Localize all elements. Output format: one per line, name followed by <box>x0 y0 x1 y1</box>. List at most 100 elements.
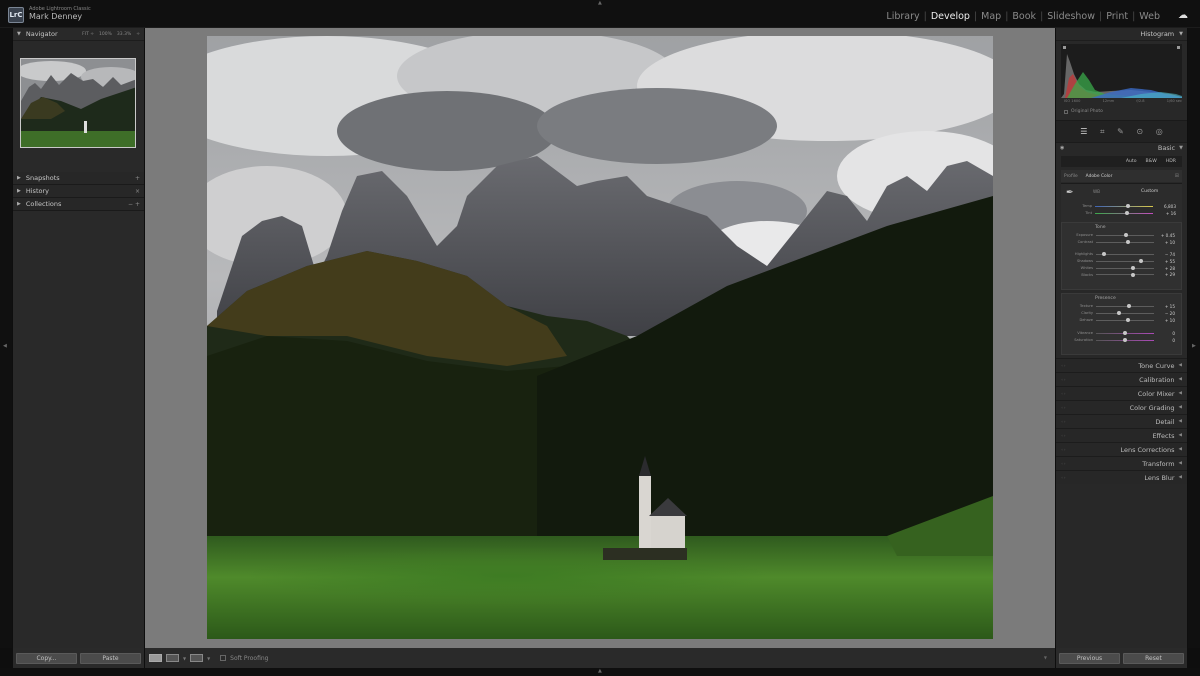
hdr-button[interactable]: HDR <box>1166 159 1176 164</box>
bw-button[interactable]: B&W <box>1146 159 1157 164</box>
soft-proofing-checkbox[interactable] <box>220 655 227 661</box>
profile-value[interactable]: Adobe Color <box>1086 174 1175 179</box>
slider-knob[interactable] <box>1123 338 1127 342</box>
module-book[interactable]: Book <box>1010 11 1038 22</box>
original-photo-checkbox[interactable] <box>1064 109 1068 114</box>
eye-icon[interactable]: ◦◦ <box>1061 377 1071 382</box>
expand-triangle-icon[interactable]: ◀ <box>1179 433 1182 438</box>
slider-saturation[interactable]: Saturation 0 <box>1062 337 1181 344</box>
eye-icon[interactable]: ◦◦ <box>1061 405 1071 410</box>
expand-triangle-icon[interactable]: ◀ <box>1179 377 1182 382</box>
slider-knob[interactable] <box>1131 272 1136 277</box>
original-photo-toggle[interactable]: Original Photo <box>1064 109 1103 114</box>
crop-icon[interactable]: ⌗ <box>1100 127 1105 137</box>
healing-icon[interactable]: ✎ <box>1117 127 1124 136</box>
view-dropdown-icon[interactable]: ▼ <box>183 656 186 661</box>
basic-header[interactable]: ◉ Basic ▼ <box>1056 142 1187 153</box>
zoom-33[interactable]: 33.3% <box>117 32 131 37</box>
eye-icon[interactable]: ◦◦ <box>1061 461 1071 466</box>
module-develop[interactable]: Develop <box>929 11 972 22</box>
slider-tint[interactable]: Tint + 16 <box>1061 210 1182 217</box>
expand-triangle-icon[interactable]: ◀ <box>1179 419 1182 424</box>
section-detail[interactable]: ◦◦ Detail ◀ <box>1056 414 1187 428</box>
module-library[interactable]: Library <box>884 11 921 22</box>
eye-icon[interactable]: ◦◦ <box>1061 419 1071 424</box>
swap-dropdown-icon[interactable]: ▼ <box>207 656 210 661</box>
eye-icon[interactable]: ◦◦ <box>1061 363 1071 368</box>
slider-contrast[interactable]: Contrast + 10 <box>1062 239 1181 246</box>
copy-button[interactable]: Copy... <box>16 652 77 664</box>
slider-vibrance[interactable]: Vibrance 0 <box>1062 330 1181 337</box>
left-panel-toggle-icon[interactable]: ◀ <box>3 344 7 349</box>
collapse-triangle-icon[interactable]: ▼ <box>1179 31 1183 37</box>
slider-knob[interactable] <box>1126 204 1131 209</box>
history-clear-button[interactable]: × <box>135 188 140 195</box>
before-after-swap-icon[interactable] <box>190 654 204 662</box>
profile-row[interactable]: Profile Adobe Color ⊞ <box>1061 170 1182 182</box>
section-effects[interactable]: ◦◦ Effects ◀ <box>1056 428 1187 442</box>
slider-highlights[interactable]: Highlights − 74 <box>1062 251 1181 258</box>
section-calibration[interactable]: ◦◦ Calibration ◀ <box>1056 372 1187 386</box>
slider-knob[interactable] <box>1124 211 1129 216</box>
expand-triangle-icon[interactable]: ▶ <box>17 175 21 181</box>
collapse-triangle-icon[interactable]: ▼ <box>17 31 21 37</box>
image-canvas[interactable] <box>145 28 1055 648</box>
slider-texture[interactable]: Texture + 15 <box>1062 303 1181 310</box>
histogram-chart[interactable] <box>1061 44 1182 98</box>
reset-button[interactable]: Reset <box>1123 652 1184 664</box>
section-color-mixer[interactable]: ◦◦ Color Mixer ◀ <box>1056 386 1187 400</box>
zoom-more-icon[interactable]: ÷ <box>136 32 140 37</box>
navigator-preview[interactable] <box>20 58 136 148</box>
collections-header[interactable]: ▶ Collections − + <box>13 198 144 211</box>
slider-temp[interactable]: Temp 6,803 <box>1061 203 1182 210</box>
slider-blacks[interactable]: Blacks + 29 <box>1062 271 1181 278</box>
expand-triangle-icon[interactable]: ◀ <box>1179 461 1182 466</box>
expand-triangle-icon[interactable]: ◀ <box>1179 475 1182 480</box>
expand-triangle-icon[interactable]: ◀ <box>1179 405 1182 410</box>
wb-value[interactable]: Custom <box>1141 189 1158 194</box>
snapshots-header[interactable]: ▶ Snapshots + <box>13 172 144 185</box>
slider-knob[interactable] <box>1125 240 1130 245</box>
section-color-grading[interactable]: ◦◦ Color Grading ◀ <box>1056 400 1187 414</box>
expand-triangle-icon[interactable]: ▶ <box>17 201 21 207</box>
module-print[interactable]: Print <box>1104 11 1130 22</box>
cloud-icon[interactable]: ☁ <box>1178 11 1188 21</box>
slider-knob[interactable] <box>1124 233 1129 238</box>
eye-icon[interactable]: ◉ <box>1060 145 1064 151</box>
collections-controls[interactable]: − + <box>128 201 140 208</box>
edit-sliders-icon[interactable]: ☰ <box>1080 127 1087 136</box>
module-map[interactable]: Map <box>979 11 1003 22</box>
module-slideshow[interactable]: Slideshow <box>1045 11 1097 22</box>
section-lens-corrections[interactable]: ◦◦ Lens Corrections ◀ <box>1056 442 1187 456</box>
snapshots-add-button[interactable]: + <box>135 175 140 182</box>
masking-icon[interactable]: ◎ <box>1156 127 1163 136</box>
slider-knob[interactable] <box>1125 318 1130 323</box>
eye-icon[interactable]: ◦◦ <box>1061 447 1071 452</box>
paste-button[interactable]: Paste <box>80 652 141 664</box>
slider-exposure[interactable]: Exposure + 0.45 <box>1062 232 1181 239</box>
navigator-header[interactable]: ▼ Navigator FIT ÷ 100% 33.3% ÷ <box>13 28 144 41</box>
slider-knob[interactable] <box>1123 331 1127 336</box>
toolbar-menu-icon[interactable]: ▼ <box>1044 655 1047 660</box>
slider-whites[interactable]: Whites + 28 <box>1062 265 1181 272</box>
main-photo[interactable] <box>207 36 993 639</box>
histogram-header[interactable]: Histogram ▼ <box>1056 28 1187 41</box>
before-after-view-icon[interactable] <box>166 654 179 662</box>
slider-knob[interactable] <box>1131 266 1136 270</box>
red-eye-icon[interactable]: ⊙ <box>1136 127 1143 136</box>
slider-shadows[interactable]: Shadows + 55 <box>1062 258 1181 265</box>
slider-clarity[interactable]: Clarity − 20 <box>1062 310 1181 317</box>
expand-triangle-icon[interactable]: ◀ <box>1179 391 1182 396</box>
slider-knob[interactable] <box>1139 259 1144 264</box>
slider-knob[interactable] <box>1101 252 1106 257</box>
module-web[interactable]: Web <box>1137 11 1162 22</box>
zoom-100[interactable]: 100% <box>99 32 112 37</box>
slider-knob[interactable] <box>1117 311 1122 316</box>
slider-knob[interactable] <box>1127 304 1132 309</box>
history-header[interactable]: ▶ History × <box>13 185 144 198</box>
loupe-view-icon[interactable] <box>149 654 162 662</box>
section-tone-curve[interactable]: ◦◦ Tone Curve ◀ <box>1056 358 1187 372</box>
expand-triangle-icon[interactable]: ▶ <box>17 188 21 194</box>
eyedropper-icon[interactable]: ✒ <box>1066 188 1074 198</box>
eye-icon[interactable]: ◦◦ <box>1061 475 1071 480</box>
